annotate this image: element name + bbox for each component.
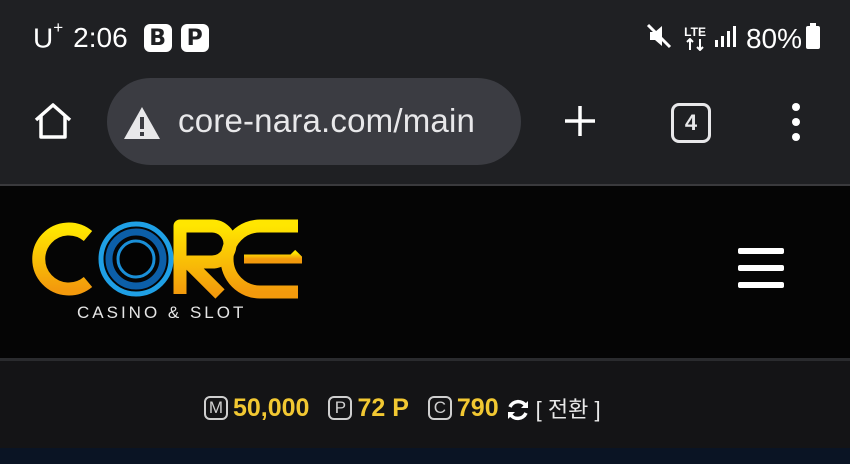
hamburger-menu-icon[interactable]: [738, 247, 784, 294]
coin-balance: 790: [456, 393, 499, 422]
site-logo[interactable]: [30, 216, 309, 300]
coin-icon: C: [427, 396, 452, 420]
warning-icon[interactable]: [122, 105, 162, 146]
banner-edge: [0, 448, 850, 464]
more-menu-icon[interactable]: [788, 102, 804, 147]
battery-percent: 80%: [745, 22, 802, 54]
browser-toolbar: core-nara.com/main 4: [0, 78, 850, 184]
blog-app-icon: B: [143, 24, 172, 53]
switch-button[interactable]: [ 전환 ]: [536, 392, 601, 424]
status-bar: U+ 2:06 B P LTE 80%: [0, 0, 850, 78]
logo-tagline: CASINO & SLOT: [77, 303, 247, 322]
url-text[interactable]: core-nara.com/main: [178, 102, 475, 140]
p-app-icon: P: [180, 24, 209, 53]
new-tab-icon[interactable]: [562, 103, 598, 144]
point-balance: 72 P: [357, 393, 409, 422]
balance-row: M 50,000 P 72 P C 790 [ 전환 ]: [204, 393, 601, 423]
logo-wordmark: [32, 219, 309, 299]
point-icon: P: [328, 396, 353, 420]
mute-icon: [646, 22, 672, 55]
status-time: 2:06: [73, 22, 128, 54]
battery-icon: [806, 23, 820, 54]
lte-icon: LTE: [684, 26, 706, 51]
refresh-icon[interactable]: [505, 397, 531, 423]
signal-icon: [714, 24, 736, 53]
tab-switcher-button[interactable]: 4: [671, 103, 711, 143]
carrier-label: U+: [33, 18, 64, 54]
home-icon[interactable]: [32, 100, 74, 147]
money-balance: 50,000: [233, 393, 310, 422]
money-icon: M: [204, 396, 228, 420]
